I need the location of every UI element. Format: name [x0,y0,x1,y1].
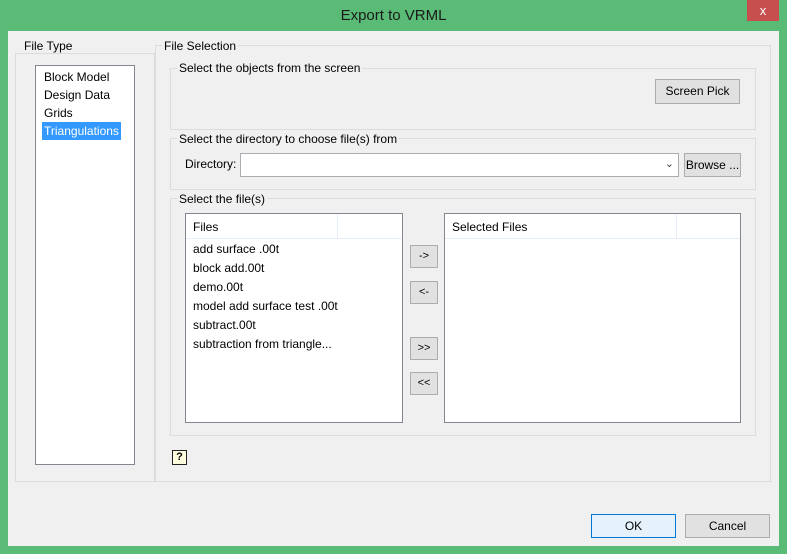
file-item[interactable]: subtract.00t [191,316,258,334]
directory-combo[interactable]: ⌄ [240,153,679,177]
help-icon[interactable]: ? [172,450,187,465]
file-selection-label: File Selection [162,39,239,53]
selected-files-column-header[interactable]: Selected Files [452,220,527,234]
directory-group-label: Select the directory to choose file(s) f… [177,132,400,146]
files-header: Files [186,214,402,239]
file-type-triangulations[interactable]: Triangulations [42,122,121,140]
chevron-down-icon: ⌄ [664,158,674,170]
add-all-button[interactable]: >> [410,337,438,360]
files-column-header[interactable]: Files [193,220,218,234]
cancel-button[interactable]: Cancel [685,514,770,538]
screen-pick-group-label: Select the objects from the screen [177,61,363,75]
file-item[interactable]: block add.00t [191,259,266,277]
ok-button[interactable]: OK [591,514,676,538]
remove-all-button[interactable]: << [410,372,438,395]
column-divider [676,214,677,239]
file-item[interactable]: demo.00t [191,278,245,296]
window-title: Export to VRML [340,7,447,24]
file-type-list[interactable]: Block Model Design Data Grids Triangulat… [35,65,135,465]
add-button[interactable]: -> [410,245,438,268]
dialog-body: File Type Block Model Design Data Grids … [8,31,779,546]
selected-files-list[interactable]: Selected Files [444,213,741,423]
file-item[interactable]: model add surface test .00t [191,297,340,315]
files-group-label: Select the file(s) [177,192,268,206]
screen-pick-button[interactable]: Screen Pick [655,79,740,104]
close-button[interactable]: x [747,0,779,21]
remove-button[interactable]: <- [410,281,438,304]
file-item[interactable]: subtraction from triangle... [191,335,334,353]
files-list[interactable]: Files add surface .00t block add.00t dem… [185,213,403,423]
file-type-label: File Type [22,39,75,53]
file-type-design-data[interactable]: Design Data [42,86,112,104]
file-type-grids[interactable]: Grids [42,104,75,122]
selected-files-header: Selected Files [445,214,740,239]
column-divider [337,214,338,239]
file-type-block-model[interactable]: Block Model [42,68,111,86]
file-item[interactable]: add surface .00t [191,240,281,258]
browse-button[interactable]: Browse ... [684,153,741,177]
directory-label: Directory: [185,157,237,171]
